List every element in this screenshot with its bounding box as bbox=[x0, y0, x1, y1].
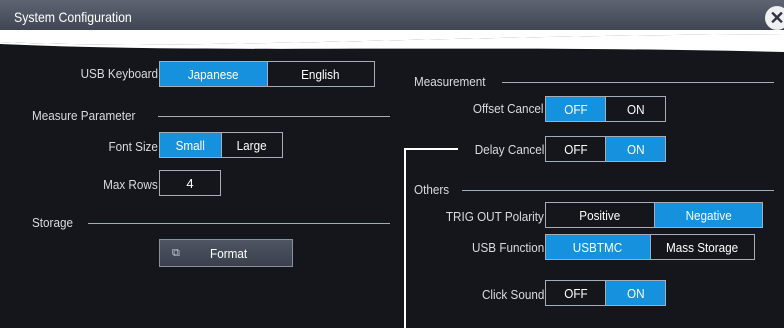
others-heading: Others bbox=[414, 182, 450, 197]
usb-function-option-mass-storage[interactable]: Mass Storage bbox=[651, 235, 755, 259]
title-bar: System Configuration bbox=[0, 0, 784, 34]
offset-cancel-option-on[interactable]: ON bbox=[606, 97, 665, 121]
delay-cancel-option-off[interactable]: OFF bbox=[546, 137, 606, 161]
trig-out-polarity-selector[interactable]: Positive Negative bbox=[545, 202, 763, 228]
font-size-option-large[interactable]: Large bbox=[222, 133, 283, 157]
usb-function-selector[interactable]: USBTMC Mass Storage bbox=[545, 234, 755, 260]
export-icon: ⧉ bbox=[172, 246, 180, 259]
delay-cancel-selector[interactable]: OFF ON bbox=[545, 136, 666, 162]
callout-line-vertical bbox=[404, 148, 406, 328]
format-button-label: Format bbox=[210, 245, 248, 261]
system-configuration-window: System Configuration ✕ USB Keyboard Japa… bbox=[0, 0, 784, 328]
usb-function-option-usbtmc[interactable]: USBTMC bbox=[546, 235, 651, 259]
click-sound-label: Click Sound bbox=[481, 287, 544, 302]
trig-out-option-negative[interactable]: Negative bbox=[654, 203, 762, 227]
offset-cancel-option-off[interactable]: OFF bbox=[546, 97, 606, 121]
storage-heading: Storage bbox=[32, 215, 73, 230]
usb-keyboard-label: USB Keyboard bbox=[80, 66, 158, 81]
usb-keyboard-selector[interactable]: Japanese English bbox=[159, 61, 375, 87]
delay-cancel-option-on[interactable]: ON bbox=[606, 137, 665, 161]
format-button[interactable]: ⧉ Format bbox=[159, 239, 293, 267]
usb-keyboard-option-english[interactable]: English bbox=[268, 62, 375, 86]
torn-edge-divider bbox=[0, 30, 784, 66]
measurement-heading: Measurement bbox=[414, 74, 486, 89]
divider-line bbox=[158, 116, 390, 117]
callout-line-horizontal bbox=[404, 148, 458, 150]
font-size-label: Font Size bbox=[108, 139, 158, 154]
close-icon[interactable]: ✕ bbox=[765, 6, 784, 30]
max-rows-field[interactable]: 4 bbox=[159, 170, 221, 196]
divider-line bbox=[462, 190, 774, 191]
font-size-selector[interactable]: Small Large bbox=[159, 132, 283, 158]
measure-parameter-heading: Measure Parameter bbox=[32, 108, 136, 123]
offset-cancel-label: Offset Cancel bbox=[473, 101, 544, 116]
max-rows-value: 4 bbox=[186, 175, 194, 191]
trig-out-option-positive[interactable]: Positive bbox=[546, 203, 655, 227]
offset-cancel-selector[interactable]: OFF ON bbox=[545, 96, 666, 122]
window-title: System Configuration bbox=[14, 9, 132, 25]
click-sound-option-on[interactable]: ON bbox=[606, 281, 665, 305]
max-rows-label: Max Rows bbox=[103, 177, 158, 192]
divider-line bbox=[88, 223, 390, 224]
delay-cancel-label: Delay Cancel bbox=[474, 142, 544, 157]
divider-line bbox=[502, 82, 774, 83]
font-size-option-small[interactable]: Small bbox=[160, 133, 222, 157]
click-sound-selector[interactable]: OFF ON bbox=[545, 280, 666, 306]
click-sound-option-off[interactable]: OFF bbox=[546, 281, 606, 305]
usb-keyboard-option-japanese[interactable]: Japanese bbox=[160, 62, 268, 86]
trig-out-polarity-label: TRIG OUT Polarity bbox=[446, 209, 544, 224]
usb-function-label: USB Function bbox=[471, 240, 544, 255]
